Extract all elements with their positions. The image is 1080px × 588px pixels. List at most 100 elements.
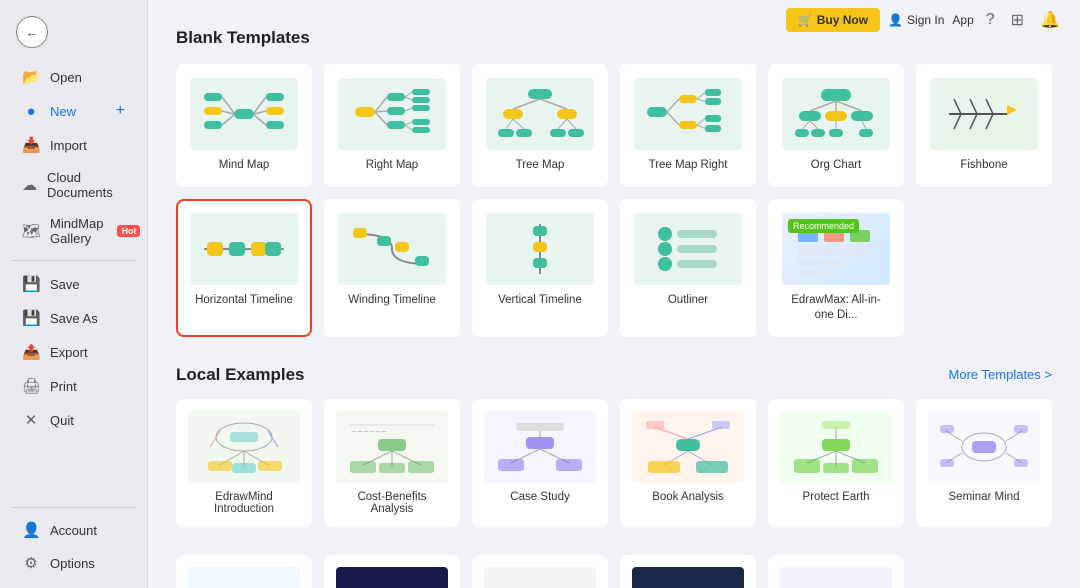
tree-map-name: Tree Map bbox=[516, 158, 565, 173]
new-icon: ● bbox=[22, 103, 40, 120]
org-chart-thumb bbox=[782, 78, 890, 150]
hot-badge: Hot bbox=[117, 225, 140, 237]
vertical-timeline-name: Vertical Timeline bbox=[498, 293, 582, 308]
sidebar-item-import[interactable]: 📥 Import bbox=[6, 129, 141, 161]
template-horizontal-timeline[interactable]: Horizontal Timeline bbox=[176, 199, 312, 337]
grid-button[interactable]: ⊞ bbox=[1007, 8, 1028, 32]
example-bottom-1[interactable] bbox=[176, 555, 312, 588]
winding-timeline-thumb bbox=[338, 213, 446, 285]
app-button[interactable]: App bbox=[952, 13, 973, 27]
topbar: 🛒 Buy Now 👤 Sign In App ? ⊞ 🔔 bbox=[770, 0, 1080, 40]
sidebar-cloud-label: Cloud Documents bbox=[47, 170, 125, 200]
svg-text:─ ─ ─ ─ ─ ─: ─ ─ ─ ─ ─ ─ bbox=[351, 429, 387, 435]
protect-earth-thumb bbox=[780, 411, 892, 483]
options-icon: ⚙ bbox=[22, 554, 40, 572]
more-templates-link[interactable]: More Templates > bbox=[949, 367, 1052, 382]
sidebar-item-print[interactable]: 🖨 Print bbox=[6, 370, 141, 402]
sidebar-divider-2 bbox=[12, 507, 135, 508]
sidebar-item-new[interactable]: ● New + bbox=[6, 95, 141, 127]
book-analysis-name: Book Analysis bbox=[652, 491, 724, 503]
sign-in-label: Sign In bbox=[907, 13, 944, 27]
help-button[interactable]: ? bbox=[982, 9, 999, 31]
sidebar-item-save[interactable]: 💾 Save bbox=[6, 268, 141, 300]
sidebar-item-saveas[interactable]: 💾 Save As bbox=[6, 302, 141, 334]
right-map-thumb bbox=[338, 78, 446, 150]
template-vertical-timeline[interactable]: Vertical Timeline bbox=[472, 199, 608, 337]
import-icon: 📥 bbox=[22, 136, 40, 154]
sidebar-item-open[interactable]: 📂 Open bbox=[6, 61, 141, 93]
tree-map-right-name: Tree Map Right bbox=[649, 158, 728, 173]
template-fishbone[interactable]: Fishbone bbox=[916, 64, 1052, 187]
protect-earth-name: Protect Earth bbox=[802, 491, 869, 503]
example-bottom-4[interactable] bbox=[620, 555, 756, 588]
horizontal-timeline-name: Horizontal Timeline bbox=[195, 293, 293, 308]
sidebar-quit-label: Quit bbox=[50, 413, 74, 428]
bottom-2-thumb bbox=[336, 567, 448, 588]
buy-now-label: Buy Now bbox=[817, 13, 868, 27]
sidebar-item-options[interactable]: ⚙ Options bbox=[6, 547, 141, 579]
example-case-study[interactable]: Case Study bbox=[472, 399, 608, 527]
cost-benefits-name: Cost-Benefits Analysis bbox=[336, 491, 448, 515]
sidebar-import-label: Import bbox=[50, 138, 87, 153]
sidebar-saveas-label: Save As bbox=[50, 311, 98, 326]
saveas-icon: 💾 bbox=[22, 309, 40, 327]
sidebar-item-cloud[interactable]: ☁ Cloud Documents bbox=[6, 163, 141, 207]
bell-button[interactable]: 🔔 bbox=[1036, 8, 1064, 32]
template-org-chart[interactable]: Org Chart bbox=[768, 64, 904, 187]
template-tree-map-right[interactable]: Tree Map Right bbox=[620, 64, 756, 187]
grid-icon: ⊞ bbox=[1011, 12, 1024, 29]
example-bottom-3[interactable] bbox=[472, 555, 608, 588]
sidebar-new-label: New bbox=[50, 104, 76, 119]
export-icon: 📤 bbox=[22, 343, 40, 361]
mindmap-icon: 🗺 bbox=[22, 222, 40, 240]
edrawmind-intro-name: EdrawMind Introduction bbox=[188, 491, 300, 515]
example-cost-benefits[interactable]: ─ ─ ─ ─ ─ ─ Cost-Benefits Analysis bbox=[324, 399, 460, 527]
local-examples-grid: EdrawMind Introduction ─ ─ ─ ─ ─ ─ Cost-… bbox=[176, 399, 1052, 527]
sign-in-button[interactable]: 👤 Sign In bbox=[888, 13, 944, 27]
back-button[interactable]: ← bbox=[16, 16, 48, 48]
buy-now-button[interactable]: 🛒 Buy Now bbox=[786, 8, 880, 32]
sidebar-item-quit[interactable]: ✕ Quit bbox=[6, 404, 141, 436]
fishbone-name: Fishbone bbox=[960, 158, 1007, 173]
template-mind-map[interactable]: Mind Map bbox=[176, 64, 312, 187]
sidebar-options-label: Options bbox=[50, 556, 95, 571]
bottom-4-thumb bbox=[632, 567, 744, 588]
example-protect-earth[interactable]: Protect Earth bbox=[768, 399, 904, 527]
local-examples-header: Local Examples More Templates > bbox=[176, 365, 1052, 385]
plus-icon: + bbox=[116, 102, 125, 120]
sidebar-item-export[interactable]: 📤 Export bbox=[6, 336, 141, 368]
edrawmax-thumb-wrapper: Recommended bbox=[782, 213, 890, 285]
template-outliner[interactable]: Outliner bbox=[620, 199, 756, 337]
sidebar-item-mindmap[interactable]: 🗺 MindMap Gallery Hot bbox=[6, 209, 141, 253]
template-tree-map[interactable]: Tree Map bbox=[472, 64, 608, 187]
blank-templates-grid: Mind Map bbox=[176, 64, 1052, 337]
main-content: 🛒 Buy Now 👤 Sign In App ? ⊞ 🔔 Blank Temp… bbox=[148, 0, 1080, 588]
bottom-3-thumb bbox=[484, 567, 596, 588]
example-edrawmind-intro[interactable]: EdrawMind Introduction bbox=[176, 399, 312, 527]
case-study-name: Case Study bbox=[510, 491, 569, 503]
sidebar-item-label: Open bbox=[50, 70, 82, 85]
example-bottom-2[interactable] bbox=[324, 555, 460, 588]
sidebar-print-label: Print bbox=[50, 379, 77, 394]
quit-icon: ✕ bbox=[22, 411, 40, 429]
fishbone-thumb bbox=[930, 78, 1038, 150]
org-chart-name: Org Chart bbox=[811, 158, 862, 173]
app-label: App bbox=[952, 13, 973, 27]
bottom-1-thumb bbox=[188, 567, 300, 588]
example-book-analysis[interactable]: Book Analysis bbox=[620, 399, 756, 527]
bell-icon: 🔔 bbox=[1040, 12, 1060, 29]
tree-map-right-thumb bbox=[634, 78, 742, 150]
print-icon: 🖨 bbox=[22, 377, 40, 395]
sidebar-item-account[interactable]: 👤 Account bbox=[6, 514, 141, 546]
sidebar: ← 📂 Open ● New + 📥 Import ☁ Cloud Docume… bbox=[0, 0, 148, 588]
open-icon: 📂 bbox=[22, 68, 40, 86]
template-right-map[interactable]: Right Map bbox=[324, 64, 460, 187]
example-seminar-mind[interactable]: Seminar Mind bbox=[916, 399, 1052, 527]
sidebar-export-label: Export bbox=[50, 345, 88, 360]
vertical-timeline-thumb bbox=[486, 213, 594, 285]
template-edrawmax[interactable]: Recommended EdrawMax: All-in-one Di... bbox=[768, 199, 904, 337]
example-bottom-5[interactable] bbox=[768, 555, 904, 588]
outliner-name: Outliner bbox=[668, 293, 708, 308]
recommended-badge: Recommended bbox=[788, 219, 859, 233]
template-winding-timeline[interactable]: Winding Timeline bbox=[324, 199, 460, 337]
